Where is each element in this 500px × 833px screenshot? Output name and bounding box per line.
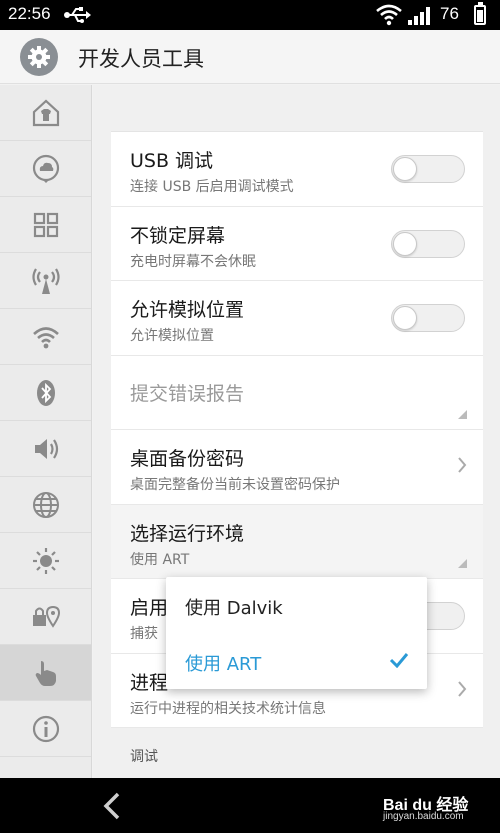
wifi-icon [376, 4, 402, 26]
sidebar-item-cloud[interactable] [0, 141, 91, 197]
setting-title: 不锁定屏幕 [130, 224, 226, 247]
setting-title: 进程 [130, 671, 169, 694]
watermark-url: jingyan.baidu.com [383, 811, 464, 822]
runtime-dropdown-menu: 使用 Dalvik 使用 ART [166, 577, 427, 689]
option-art[interactable]: 使用 ART [166, 633, 427, 689]
grid-icon [33, 212, 58, 237]
sidebar-item-home[interactable] [0, 85, 91, 141]
title-bar: 开发人员工具 [0, 30, 500, 84]
setting-runtime[interactable]: 选择运行环境 使用 ART [111, 504, 483, 579]
setting-subtitle: 连接 USB 后启用调试模式 [130, 179, 294, 195]
watermark-logo: Bai du 经验 jingyan.baidu.com [383, 791, 468, 822]
sidebar-item-language[interactable] [0, 477, 91, 533]
sidebar-item-apps[interactable] [0, 197, 91, 253]
sidebar-item-wifi[interactable] [0, 309, 91, 365]
status-time: 22:56 [8, 4, 51, 23]
page-title: 开发人员工具 [78, 47, 204, 71]
volume-icon [34, 438, 58, 459]
chevron-right-icon [458, 457, 467, 473]
sidebar-item-about[interactable] [0, 701, 91, 757]
info-icon [32, 715, 59, 742]
dropdown-corner-icon [458, 559, 467, 568]
back-arrow-icon[interactable] [100, 791, 124, 821]
sidebar-item-sound[interactable] [0, 421, 91, 477]
sidebar [0, 85, 92, 778]
setting-bug-report: 提交错误报告 [111, 356, 483, 430]
wifi-icon [32, 326, 59, 348]
hotspot-icon [31, 267, 60, 294]
sidebar-item-accessibility[interactable] [0, 645, 91, 701]
option-dalvik[interactable]: 使用 Dalvik [166, 577, 427, 633]
setting-subtitle: 捕获 [130, 626, 158, 642]
sidebar-item-hotspot[interactable] [0, 253, 91, 309]
sidebar-item-security[interactable] [0, 589, 91, 645]
setting-backup-password[interactable]: 桌面备份密码 桌面完整备份当前未设置密码保护 [111, 430, 483, 505]
battery-level: 76 [440, 4, 459, 23]
setting-subtitle: 桌面完整备份当前未设置密码保护 [130, 477, 340, 493]
setting-title: 提交错误报告 [130, 382, 245, 405]
checkmark-icon [389, 653, 409, 668]
setting-title: 桌面备份密码 [130, 448, 245, 470]
stay-awake-toggle[interactable] [391, 229, 465, 258]
sidebar-item-bluetooth[interactable] [0, 365, 91, 421]
lock-location-icon [32, 605, 60, 628]
gear-icon[interactable] [20, 38, 58, 76]
setting-subtitle: 允许模拟位置 [130, 328, 214, 344]
setting-subtitle: 使用 ART [130, 551, 190, 568]
setting-subtitle: 充电时屏幕不会休眠 [130, 253, 256, 270]
cloud-chat-icon [32, 154, 59, 183]
setting-title: 启用 [130, 597, 169, 619]
section-header-debugging: 调试 [130, 749, 158, 765]
bluetooth-icon [36, 379, 55, 406]
option-label: 使用 ART [185, 654, 262, 675]
setting-title: 允许模拟位置 [130, 299, 245, 321]
brightness-icon [32, 547, 59, 574]
battery-icon [474, 2, 486, 25]
usb-debugging-toggle[interactable] [391, 155, 465, 183]
home-shirt-icon [32, 99, 59, 126]
setting-subtitle: 运行中进程的相关技术统计信息 [130, 700, 326, 717]
signal-icon [408, 7, 430, 25]
status-bar: 22:56 76 [0, 0, 500, 30]
sidebar-item-display[interactable] [0, 533, 91, 589]
dropdown-corner-icon [458, 410, 467, 419]
setting-usb-debugging[interactable]: USB 调试 连接 USB 后启用调试模式 [111, 132, 483, 207]
setting-title: 选择运行环境 [130, 522, 245, 545]
chevron-right-icon [458, 680, 467, 697]
setting-mock-location[interactable]: 允许模拟位置 允许模拟位置 [111, 281, 483, 356]
globe-icon [32, 491, 59, 518]
setting-stay-awake[interactable]: 不锁定屏幕 充电时屏幕不会休眠 [111, 207, 483, 281]
setting-title: USB 调试 [130, 150, 214, 172]
usb-icon [64, 7, 91, 23]
hand-pointer-icon [35, 660, 56, 686]
option-label: 使用 Dalvik [185, 598, 283, 619]
mock-location-toggle[interactable] [391, 304, 465, 332]
